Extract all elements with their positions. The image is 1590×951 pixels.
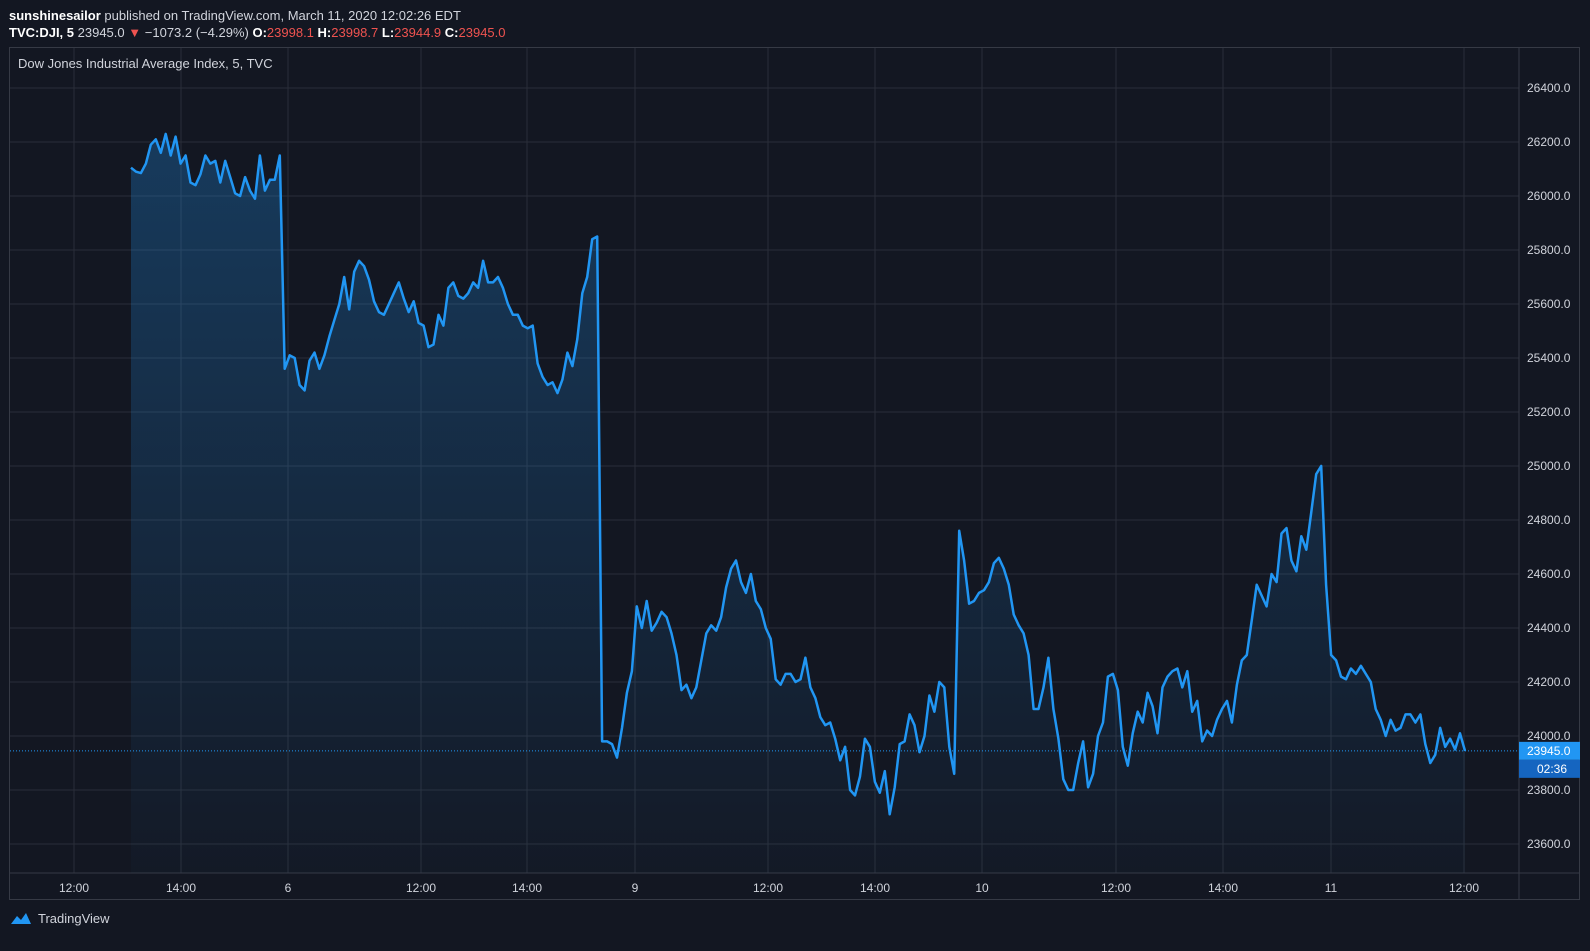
y-tick-label: 25000.0 bbox=[1527, 459, 1571, 473]
y-tick-label: 24000.0 bbox=[1527, 729, 1571, 743]
footer: TradingView bbox=[9, 910, 110, 926]
y-tick-label: 25400.0 bbox=[1527, 351, 1571, 365]
x-tick-label: 9 bbox=[632, 881, 639, 895]
tradingview-logo-icon bbox=[11, 913, 31, 924]
y-tick-label: 24400.0 bbox=[1527, 621, 1571, 635]
price-chart[interactable]: 26400.0 26200.0 26000.0 25800.0 25600.0 25400… bbox=[0, 0, 1590, 951]
y-tick-label: 26200.0 bbox=[1527, 135, 1571, 149]
x-tick-label: 12:00 bbox=[1449, 881, 1479, 895]
y-tick-label: 25200.0 bbox=[1527, 405, 1571, 419]
y-tick-label: 26000.0 bbox=[1527, 189, 1571, 203]
y-tick-label: 23600.0 bbox=[1527, 837, 1571, 851]
x-tick-label: 12:00 bbox=[753, 881, 783, 895]
y-tick-label: 24600.0 bbox=[1527, 567, 1571, 581]
y-tick-label: 26400.0 bbox=[1527, 81, 1571, 95]
x-tick-label: 6 bbox=[285, 881, 292, 895]
x-tick-label: 11 bbox=[1325, 881, 1338, 895]
area-fill bbox=[131, 133, 1465, 873]
x-tick-label: 14:00 bbox=[166, 881, 196, 895]
x-tick-label: 14:00 bbox=[1208, 881, 1238, 895]
x-tick-label: 10 bbox=[975, 881, 989, 895]
brand-name[interactable]: TradingView bbox=[38, 911, 110, 926]
last-price-badge-label: 23945.0 bbox=[1527, 744, 1571, 758]
series-legend-title: Dow Jones Industrial Average Index, 5, T… bbox=[18, 56, 273, 71]
y-tick-label: 24200.0 bbox=[1527, 675, 1571, 689]
countdown-badge-label: 02:36 bbox=[1537, 762, 1567, 776]
y-tick-label: 25600.0 bbox=[1527, 297, 1571, 311]
x-tick-label: 12:00 bbox=[406, 881, 436, 895]
y-tick-label: 25800.0 bbox=[1527, 243, 1571, 257]
y-tick-label: 23800.0 bbox=[1527, 783, 1571, 797]
x-tick-label: 14:00 bbox=[512, 881, 542, 895]
x-tick-label: 12:00 bbox=[1101, 881, 1131, 895]
y-tick-label: 24800.0 bbox=[1527, 513, 1571, 527]
x-tick-label: 14:00 bbox=[860, 881, 890, 895]
x-tick-label: 12:00 bbox=[59, 881, 89, 895]
